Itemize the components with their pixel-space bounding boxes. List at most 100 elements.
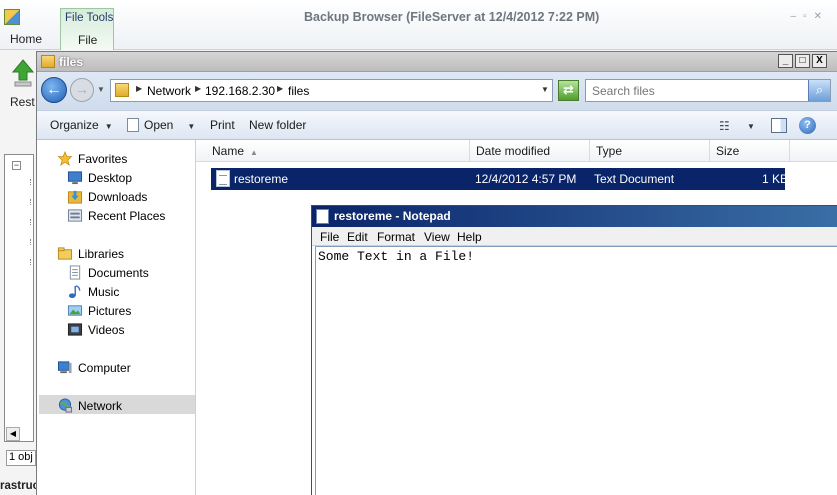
history-dropdown-icon[interactable]: ▼ xyxy=(97,85,105,94)
maximize-button[interactable]: □ xyxy=(795,54,810,68)
nav-computer[interactable]: Computer xyxy=(57,359,197,377)
breadcrumb-network[interactable]: Network xyxy=(147,84,191,98)
menu-view[interactable]: View xyxy=(424,230,450,244)
help-icon[interactable]: ? xyxy=(799,117,816,134)
table-row[interactable]: restoreme 12/4/2012 4:57 PM Text Documen… xyxy=(211,168,789,190)
nav-videos-label: Videos xyxy=(88,323,125,337)
window-title: Backup Browser (FileServer at 12/4/2012 … xyxy=(304,10,600,24)
nav-downloads[interactable]: Downloads xyxy=(67,188,207,206)
dropdown-arrow-icon: ▼ xyxy=(104,122,113,131)
search-input[interactable] xyxy=(586,80,808,101)
minimize-icon[interactable]: – xyxy=(791,11,804,22)
restore-arrow-icon[interactable] xyxy=(12,58,34,88)
back-arrow-icon: ← xyxy=(46,81,62,98)
new-folder-button[interactable]: New folder xyxy=(249,118,306,132)
column-name-label: Name xyxy=(212,144,245,158)
organize-label: Organize xyxy=(50,118,99,132)
preview-pane-icon[interactable] xyxy=(771,118,787,133)
nav-network[interactable]: Network xyxy=(57,397,197,415)
window-controls[interactable]: –▫✕ xyxy=(791,11,830,22)
organize-button[interactable]: Organize ▼ xyxy=(50,118,113,132)
file-name: restoreme xyxy=(234,172,289,186)
explorer-titlebar[interactable]: files _ □ X xyxy=(37,52,837,72)
app-icon[interactable] xyxy=(4,9,20,25)
search-icon[interactable]: ⌕ xyxy=(808,80,830,101)
text-file-icon xyxy=(216,170,230,187)
breadcrumb-arrow-icon[interactable]: ▶ xyxy=(277,84,283,93)
navigation-pane: Favorites Desktop Downloads Recent Place… xyxy=(37,140,196,495)
column-size[interactable]: Size xyxy=(710,140,790,162)
collapse-icon[interactable]: − xyxy=(12,161,21,170)
close-button[interactable]: X xyxy=(812,54,827,68)
views-icon[interactable]: ☷ xyxy=(719,119,730,133)
forward-button[interactable]: → xyxy=(70,78,94,102)
column-name[interactable]: Name ▲ xyxy=(206,140,470,162)
pictures-icon xyxy=(67,305,83,316)
nav-videos[interactable]: Videos xyxy=(67,321,207,339)
scroll-left-arrow-icon[interactable]: ◀ xyxy=(6,427,20,441)
status-text: 1 obj xyxy=(6,450,36,466)
nav-recent-places[interactable]: Recent Places xyxy=(67,207,207,225)
nav-recent-places-label: Recent Places xyxy=(88,209,166,223)
column-type[interactable]: Type xyxy=(590,140,710,162)
sort-ascending-icon: ▲ xyxy=(250,148,258,157)
nav-desktop-label: Desktop xyxy=(88,171,133,185)
ribbon-bar: Home File Tools File Backup Browser (Fil… xyxy=(0,0,837,50)
left-tree-panel[interactable]: − xyxy=(4,154,34,442)
tab-file[interactable]: File xyxy=(78,33,97,47)
address-dropdown-icon[interactable]: ▼ xyxy=(541,85,549,94)
print-button[interactable]: Print xyxy=(210,118,235,132)
tree-line xyxy=(30,199,34,205)
nav-network-label: Network xyxy=(78,399,123,413)
refresh-button[interactable]: ⇄ xyxy=(558,80,579,101)
documents-icon xyxy=(69,265,81,280)
menu-file[interactable]: File xyxy=(320,230,339,244)
menu-help[interactable]: Help xyxy=(457,230,482,244)
notepad-editor[interactable]: Some Text in a File! xyxy=(315,246,837,495)
nav-computer-label: Computer xyxy=(78,361,131,375)
computer-icon xyxy=(57,361,72,374)
notepad-window: restoreme - Notepad File Edit Format Vie… xyxy=(311,205,837,495)
dropdown-arrow-icon: ▼ xyxy=(187,122,196,131)
refresh-icon: ⇄ xyxy=(563,82,574,97)
address-bar[interactable]: ▶ Network ▶ 192.168.2.30 ▶ files ▼ xyxy=(110,79,553,102)
nav-music[interactable]: Music xyxy=(67,283,207,301)
menu-edit[interactable]: Edit xyxy=(347,230,368,244)
notepad-title: restoreme - Notepad xyxy=(334,209,451,223)
breadcrumb-arrow-icon[interactable]: ▶ xyxy=(136,84,142,93)
nav-downloads-label: Downloads xyxy=(88,190,148,204)
menu-format[interactable]: Format xyxy=(377,230,415,244)
tree-line xyxy=(30,239,34,245)
breadcrumb-files[interactable]: files xyxy=(288,84,309,98)
nav-documents[interactable]: Documents xyxy=(67,264,207,282)
column-date-modified[interactable]: Date modified xyxy=(470,140,590,162)
network-icon xyxy=(58,398,73,413)
breadcrumb-ip[interactable]: 192.168.2.30 xyxy=(205,84,275,98)
breadcrumb-arrow-icon[interactable]: ▶ xyxy=(195,84,201,93)
views-dropdown-icon[interactable]: ▼ xyxy=(747,122,755,131)
command-toolbar: Organize ▼ Open ▼ Print New folder ☷ ▼ ? xyxy=(37,110,837,140)
open-button[interactable]: Open ▼ xyxy=(127,118,195,132)
file-size: 1 KB xyxy=(762,172,789,186)
notepad-titlebar[interactable]: restoreme - Notepad xyxy=(312,206,837,227)
search-box[interactable]: ⌕ xyxy=(585,79,831,102)
column-header-row: Name ▲ Date modified Type Size xyxy=(196,140,837,162)
tree-line xyxy=(30,219,34,225)
file-type: Text Document xyxy=(594,172,675,186)
nav-libraries[interactable]: Libraries xyxy=(57,245,197,263)
close-icon[interactable]: ✕ xyxy=(814,11,829,22)
tab-home[interactable]: Home xyxy=(10,32,42,46)
restore-button-label[interactable]: Rest xyxy=(10,95,35,109)
folder-icon xyxy=(41,55,55,68)
restore-icon[interactable]: ▫ xyxy=(803,11,814,22)
nav-music-label: Music xyxy=(88,285,120,299)
notepad-text-area[interactable]: Some Text in a File! xyxy=(316,247,837,495)
minimize-button[interactable]: _ xyxy=(778,54,793,68)
back-button[interactable]: ← xyxy=(41,77,67,103)
nav-pictures[interactable]: Pictures xyxy=(67,302,207,320)
desktop-icon xyxy=(67,171,83,185)
recent-places-icon xyxy=(67,209,83,222)
nav-libraries-label: Libraries xyxy=(78,247,125,261)
nav-favorites[interactable]: Favorites xyxy=(57,150,197,168)
nav-desktop[interactable]: Desktop xyxy=(67,169,207,187)
